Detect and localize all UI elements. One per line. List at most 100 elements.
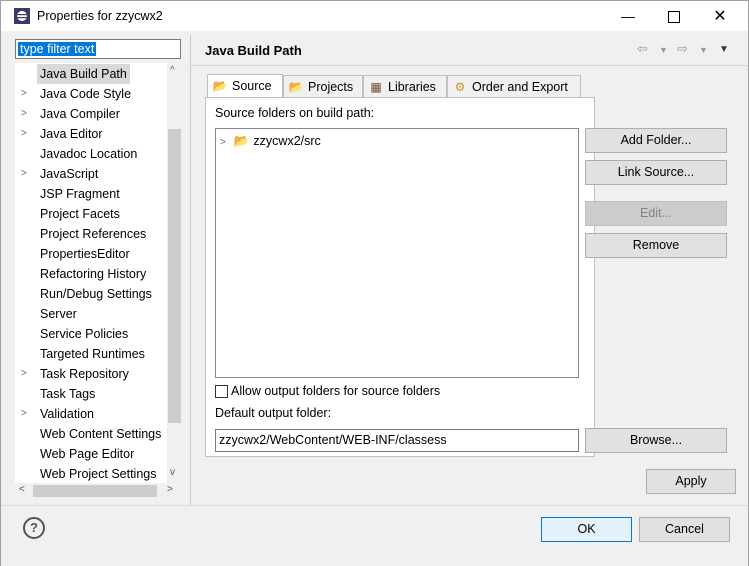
scroll-down-icon[interactable]: v	[170, 467, 175, 478]
help-icon[interactable]: ?	[23, 517, 45, 539]
tree-item[interactable]: > Validation	[15, 404, 167, 424]
expand-arrow-icon[interactable]: >	[220, 137, 226, 148]
eclipse-icon	[14, 8, 30, 24]
tree-horizontal-scrollbar[interactable]: < >	[15, 483, 181, 499]
allow-output-checkbox[interactable]	[215, 385, 228, 398]
tab-order-and-export[interactable]: ⚙ Order and Export	[447, 75, 581, 97]
tab-source[interactable]: 📂 Source	[207, 74, 283, 98]
apply-button[interactable]: Apply	[646, 469, 736, 494]
allow-output-label: Allow output folders for source folders	[231, 384, 441, 398]
minimize-button[interactable]: —	[605, 1, 651, 31]
back-dropdown-icon[interactable]: ▼	[659, 45, 668, 55]
tree-item-label: Java Code Style	[40, 87, 132, 101]
expand-arrow-icon[interactable]: >	[21, 84, 33, 104]
scroll-up-icon[interactable]: ^	[170, 65, 175, 76]
expand-arrow-icon[interactable]: >	[21, 164, 33, 184]
cancel-button[interactable]: Cancel	[639, 517, 730, 542]
default-output-field[interactable]: zzycwx2/WebContent/WEB-INF/classess	[215, 429, 579, 452]
list-item[interactable]: > 📂 zzycwx2/src	[220, 132, 321, 150]
package-folder-icon: 📂	[233, 134, 250, 148]
maximize-icon	[668, 11, 680, 24]
pane-splitter[interactable]	[190, 35, 191, 505]
tab-libraries[interactable]: ▦ Libraries	[363, 75, 447, 97]
scroll-right-icon[interactable]: >	[167, 484, 173, 495]
tree-item[interactable]: > Java Editor	[15, 124, 167, 144]
tree-item[interactable]: Web Content Settings	[15, 424, 167, 444]
window-title: Properties for zzycwx2	[37, 9, 163, 23]
browse-button[interactable]: Browse...	[585, 428, 727, 453]
tree-item-label: Task Repository	[40, 367, 129, 381]
tree-vertical-scrollbar[interactable]: ^ v	[167, 63, 182, 483]
edit-button[interactable]: Edit...	[585, 201, 727, 226]
title-bar: Properties for zzycwx2 — ✕	[1, 1, 748, 31]
expand-arrow-icon[interactable]: >	[21, 404, 33, 424]
tree-item-label: Validation	[40, 407, 94, 421]
tree-item-label: Project References	[40, 227, 147, 241]
tree-item[interactable]: PropertiesEditor	[15, 244, 167, 264]
tree-item[interactable]: > Task Repository	[15, 364, 167, 384]
projects-icon: 📂	[288, 80, 304, 94]
tree-item[interactable]: Targeted Runtimes	[15, 344, 167, 364]
close-button[interactable]: ✕	[697, 1, 743, 31]
filter-input[interactable]: type filter text	[15, 39, 181, 59]
tree-item[interactable]: > Java Compiler	[15, 104, 167, 124]
header-divider	[191, 65, 748, 66]
tree-item-label: Refactoring History	[40, 267, 147, 281]
tree-item-label: Run/Debug Settings	[40, 287, 152, 301]
tree-item[interactable]: Web Page Editor	[15, 444, 167, 464]
link-source-button[interactable]: Link Source...	[585, 160, 727, 185]
tree-item[interactable]: JSP Fragment	[15, 184, 167, 204]
default-output-label: Default output folder:	[215, 406, 332, 420]
tree-item[interactable]: Project Facets	[15, 204, 167, 224]
tree-item-label: JSP Fragment	[40, 187, 120, 201]
tree-item-label: Project Facets	[40, 207, 120, 221]
ok-button[interactable]: OK	[541, 517, 632, 542]
tree-item-label: Web Page Editor	[40, 447, 135, 461]
add-folder-button[interactable]: Add Folder...	[585, 128, 727, 153]
tree-item-label: JavaScript	[40, 167, 99, 181]
tree-item-label: Java Build Path	[37, 64, 130, 84]
expand-arrow-icon[interactable]: >	[21, 104, 33, 124]
property-tree: Java Build Path > Java Code Style > Java Com…	[15, 63, 181, 483]
tree-item[interactable]: Task Tags	[15, 384, 167, 404]
tree-item-label: Service Policies	[40, 327, 129, 341]
tree-item[interactable]: > JavaScript	[15, 164, 167, 184]
tree-item-label: Web Project Settings	[40, 467, 157, 481]
forward-dropdown-icon[interactable]: ▼	[699, 45, 708, 55]
tree-scroll-thumb[interactable]	[168, 129, 181, 423]
order-export-icon: ⚙	[454, 80, 466, 94]
minimize-icon: —	[621, 8, 635, 24]
tree-item-label: PropertiesEditor	[40, 247, 130, 261]
back-arrow-icon[interactable]: ⇦	[637, 41, 648, 57]
remove-button[interactable]: Remove	[585, 233, 727, 258]
tree-hscroll-thumb[interactable]	[33, 485, 157, 497]
tree-item-label: Targeted Runtimes	[40, 347, 145, 361]
scroll-left-icon[interactable]: <	[19, 484, 25, 495]
source-folders-label: Source folders on build path:	[215, 106, 375, 120]
expand-arrow-icon[interactable]: >	[21, 124, 33, 144]
tree-item[interactable]: Server	[15, 304, 167, 324]
maximize-button[interactable]	[651, 1, 697, 31]
tree-item-label: Java Compiler	[40, 107, 120, 121]
tree-item[interactable]: Javadoc Location	[15, 144, 167, 164]
page-title: Java Build Path	[205, 43, 302, 58]
source-folder-label: zzycwx2/src	[253, 134, 321, 148]
tree-item[interactable]: Java Build Path	[15, 64, 167, 84]
tree-item[interactable]: Service Policies	[15, 324, 167, 344]
tree-item-label: Web Content Settings	[40, 427, 162, 441]
filter-text: type filter text	[18, 42, 97, 56]
tab-projects[interactable]: 📂 Projects	[283, 75, 363, 97]
tree-item-label: Server	[40, 307, 77, 321]
properties-dialog: Properties for zzycwx2 — ✕ type filter t…	[0, 0, 749, 566]
tree-item[interactable]: > Java Code Style	[15, 84, 167, 104]
view-menu-icon[interactable]: ▼	[719, 44, 729, 55]
expand-arrow-icon[interactable]: >	[21, 364, 33, 384]
tree-item-label: Javadoc Location	[40, 147, 138, 161]
source-folder-list[interactable]: > 📂 zzycwx2/src	[215, 128, 579, 378]
tree-item[interactable]: Web Project Settings	[15, 464, 167, 483]
tree-item[interactable]: Run/Debug Settings	[15, 284, 167, 304]
forward-arrow-icon[interactable]: ⇨	[677, 41, 688, 57]
source-folder-icon: 📂	[212, 79, 228, 93]
tree-item[interactable]: Project References	[15, 224, 167, 244]
tree-item[interactable]: Refactoring History	[15, 264, 167, 284]
